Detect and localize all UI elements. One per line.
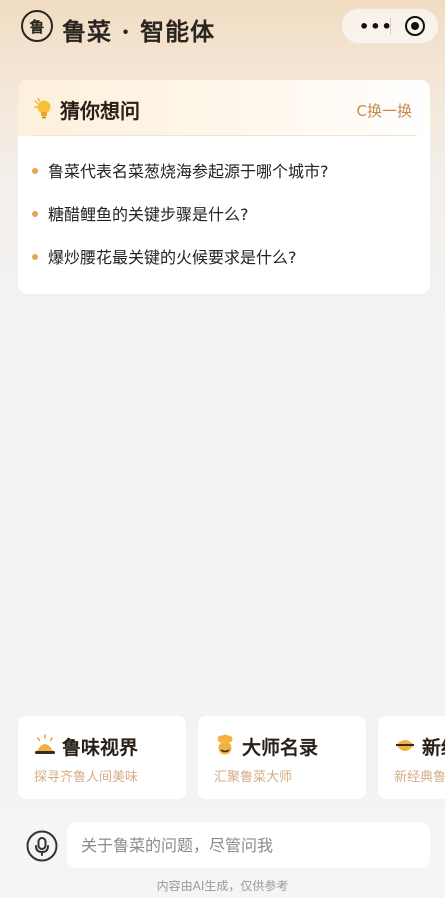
category-card-masters[interactable]: 大师名录 汇聚鲁菜大师 <box>198 716 366 799</box>
target-icon[interactable] <box>405 16 425 36</box>
question-input[interactable] <box>67 822 430 868</box>
category-title: 新经典 <box>422 737 445 759</box>
miniprogram-capsule: ••• <box>341 8 439 44</box>
app-header: 鲁 鲁菜 · 智能体 ••• <box>0 0 445 60</box>
category-card-luwei[interactable]: 鲁味视界 探寻齐鲁人间美味 <box>18 716 186 799</box>
question-item[interactable]: 爆炒腰花最关键的火候要求是什么? <box>18 236 430 279</box>
category-subtitle: 探寻齐鲁人间美味 <box>34 770 139 785</box>
bullet-dot-icon <box>32 168 38 174</box>
category-cards-row: 鲁味视界 探寻齐鲁人间美味 大师名录 汇聚鲁菜大师 新经典 新经典鲁菜 <box>0 716 445 800</box>
bullet-dot-icon <box>32 254 38 260</box>
category-title: 鲁味视界 <box>62 737 139 759</box>
guess-title: 猜你想问 <box>60 99 140 123</box>
logo-seal: 鲁 <box>21 10 53 42</box>
guess-card-header: 猜你想问 C换一换 <box>18 80 430 136</box>
chat-input-bar: 内容由AI生成，仅供参考 <box>0 810 445 898</box>
category-subtitle: 汇聚鲁菜大师 <box>214 770 293 785</box>
microphone-icon[interactable] <box>26 830 58 862</box>
divider <box>32 135 416 136</box>
guess-questions-card: 猜你想问 C换一换 鲁菜代表名菜葱烧海参起源于哪个城市? 糖醋鲤鱼的关键步骤是什… <box>18 80 430 294</box>
question-item[interactable]: 糖醋鲤鱼的关键步骤是什么? <box>18 193 430 236</box>
bell-cloche-icon <box>35 734 55 754</box>
question-list: 鲁菜代表名菜葱烧海参起源于哪个城市? 糖醋鲤鱼的关键步骤是什么? 爆炒腰花最关键… <box>18 150 430 279</box>
lightbulb-icon <box>34 98 51 119</box>
bullet-dot-icon <box>32 211 38 217</box>
category-title: 大师名录 <box>242 737 319 759</box>
bowl-icon <box>396 740 414 751</box>
question-text: 爆炒腰花最关键的火候要求是什么? <box>48 248 297 267</box>
more-dots-icon[interactable]: ••• <box>359 17 393 36</box>
ai-disclaimer: 内容由AI生成，仅供参考 <box>156 879 289 893</box>
brand-title: 鲁菜 · 智能体 <box>62 17 216 46</box>
capsule-divider <box>390 18 391 35</box>
question-item[interactable]: 鲁菜代表名菜葱烧海参起源于哪个城市? <box>18 150 430 193</box>
question-text: 糖醋鲤鱼的关键步骤是什么? <box>48 205 249 224</box>
refresh-button[interactable]: C换一换 <box>357 100 412 121</box>
question-text: 鲁菜代表名菜葱烧海参起源于哪个城市? <box>48 162 329 181</box>
chef-icon <box>217 734 233 755</box>
category-subtitle: 新经典鲁菜 <box>394 770 445 785</box>
category-card-new-classic[interactable]: 新经典 新经典鲁菜 <box>378 716 445 799</box>
